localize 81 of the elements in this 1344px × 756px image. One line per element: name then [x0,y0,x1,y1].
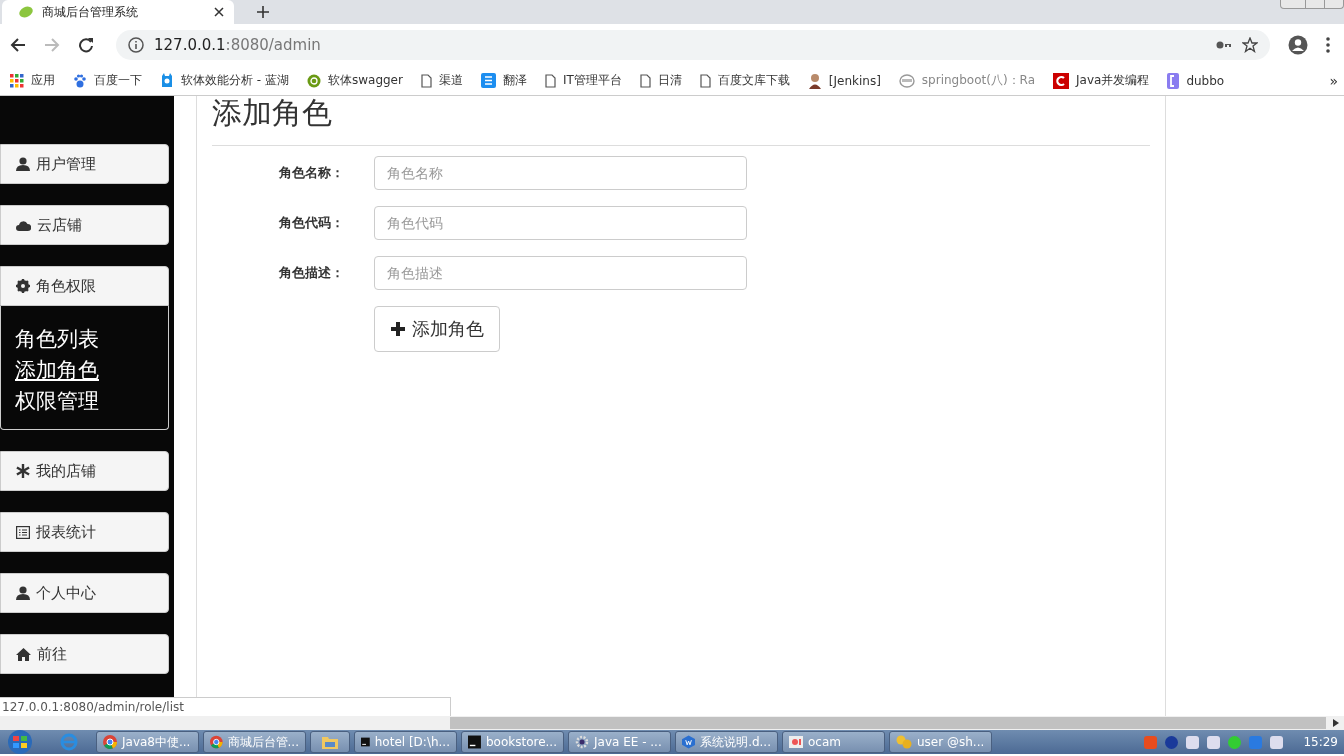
page-heading: 添加角色 [212,96,333,130]
user-icon [16,157,30,171]
chrome-icon [103,735,117,749]
page-icon [420,73,432,88]
horizontal-scrollbar[interactable] [0,716,1344,730]
text-field[interactable]: 角色代码 [374,206,747,240]
bookmark[interactable]: 渠道 [420,72,463,89]
more-bookmarks[interactable]: » [1329,72,1338,89]
monster-icon [160,72,174,89]
field-label: 角色名称： [278,164,345,182]
bookmark[interactable]: 日清 [639,72,682,89]
field-label: 角色描述： [278,264,345,282]
user-icon [16,586,30,600]
submenu-link[interactable]: 权限管理 [15,386,99,417]
clock: 15:29 [1303,735,1338,749]
bookmark[interactable]: 百度文库下载 [699,72,790,89]
menu-button[interactable]: 个人中心 [0,573,169,613]
browser-tab[interactable]: 商城后台管理系统 [2,0,234,24]
bookmark[interactable]: IT管理平台 [544,72,622,89]
gear-icon [575,735,589,749]
menu-button[interactable]: 云店铺 [0,205,169,245]
ring-icon [306,73,321,88]
menu-button[interactable]: 用户管理 [0,144,169,184]
key-icon[interactable] [1216,40,1232,50]
scroll-right-icon[interactable] [1333,719,1339,727]
folder-icon [322,735,338,749]
chat-icon [896,735,912,749]
bookmark[interactable]: dubbo [1167,72,1225,89]
bookmark[interactable]: [Jenkins] [807,72,881,89]
bookmark[interactable]: 百度一下 [73,72,142,89]
system-tray-icons[interactable] [1144,734,1284,750]
bookmark[interactable]: 软体swagger [306,72,403,89]
apps-grid-icon [10,73,24,88]
page-icon [699,73,711,88]
document-icon [682,735,696,749]
add-role-button[interactable]: 添加角色 [374,306,500,352]
ide-icon [361,735,370,749]
ide-icon [468,735,481,749]
cloud-icon [16,219,31,231]
address-bar[interactable]: 127.0.0.1:8080/admin [116,30,1270,60]
back-icon[interactable] [10,37,26,53]
list-icon [16,525,30,539]
translate-icon [480,73,496,88]
url-text: 127.0.0.1:8080/admin [154,36,321,54]
field-label: 角色代码： [278,214,345,232]
new-tab-icon[interactable] [256,5,270,19]
submenu-link[interactable]: 角色列表 [15,324,99,355]
tab-title: 商城后台管理系统 [42,3,139,21]
bookmark[interactable]: 软体效能分析 - 蓝湖 [160,72,289,89]
gear-icon [16,279,30,293]
letter-c-icon [1053,72,1069,89]
menu-button[interactable]: 前往 [0,634,169,674]
info-icon [128,37,144,53]
close-icon[interactable] [214,7,224,17]
submenu-link[interactable]: 添加角色 [15,355,99,386]
bookmark[interactable]: springboot(八)：Ra [898,72,1035,89]
reload-icon[interactable] [78,37,94,53]
star-icon[interactable] [1242,37,1258,53]
account-icon[interactable] [1288,35,1308,55]
page-icon [639,73,651,88]
bookmark[interactable]: Java并发编程 [1053,72,1150,89]
person-icon [807,72,822,89]
menu-icon[interactable] [1326,37,1330,53]
menu-button[interactable]: 报表统计 [0,512,169,552]
asterisk-icon [16,464,30,478]
status-url: 127.0.0.1:8080/admin/role/list [0,697,451,716]
menu-button[interactable]: 我的店铺 [0,451,169,491]
record-icon [789,736,803,748]
paw-icon [73,73,87,88]
menu-button[interactable]: 角色权限 [0,266,169,306]
bracket-icon [1167,72,1180,89]
chrome-icon [210,735,223,749]
bookmark[interactable]: 翻泽 [480,72,527,89]
text-field[interactable]: 角色名称 [374,156,747,190]
bookmark[interactable]: 应用 [10,72,55,89]
taskbar-button[interactable] [310,731,350,753]
text-field[interactable]: 角色描述 [374,256,747,290]
leaf-icon [18,5,34,19]
page-icon [544,73,556,88]
home-icon [16,647,31,661]
plus-icon [390,321,406,337]
